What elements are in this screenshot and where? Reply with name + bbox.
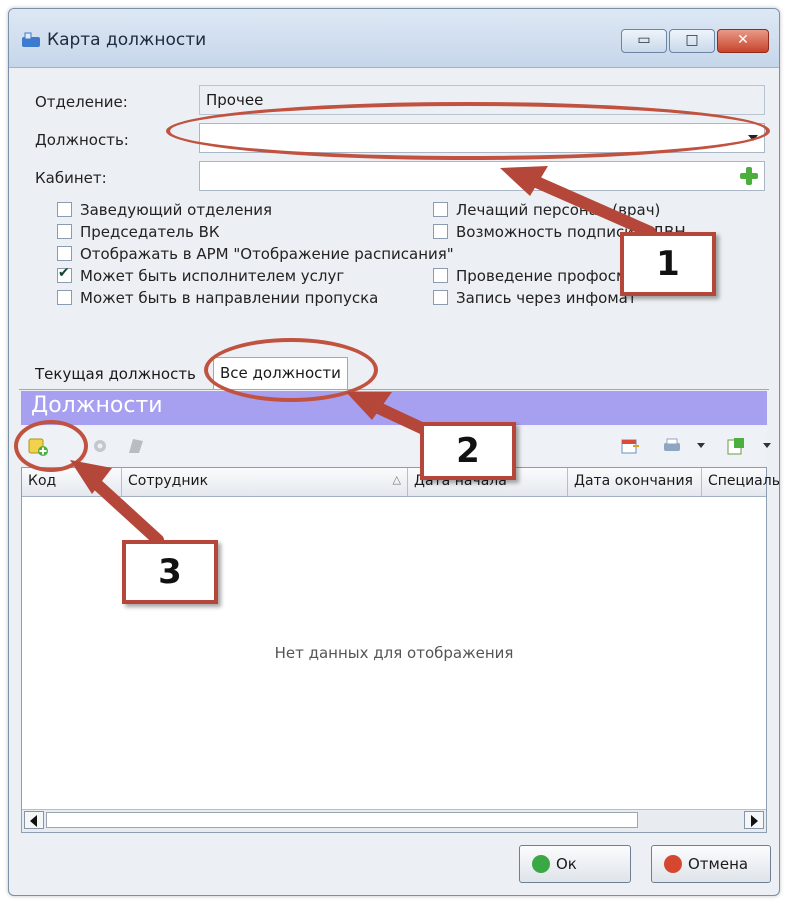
annotation-label-1: 1 xyxy=(620,232,716,296)
annotation-label-2: 2 xyxy=(420,422,516,480)
annotation-label-3: 3 xyxy=(122,540,218,604)
annotation-arrows xyxy=(70,166,656,546)
